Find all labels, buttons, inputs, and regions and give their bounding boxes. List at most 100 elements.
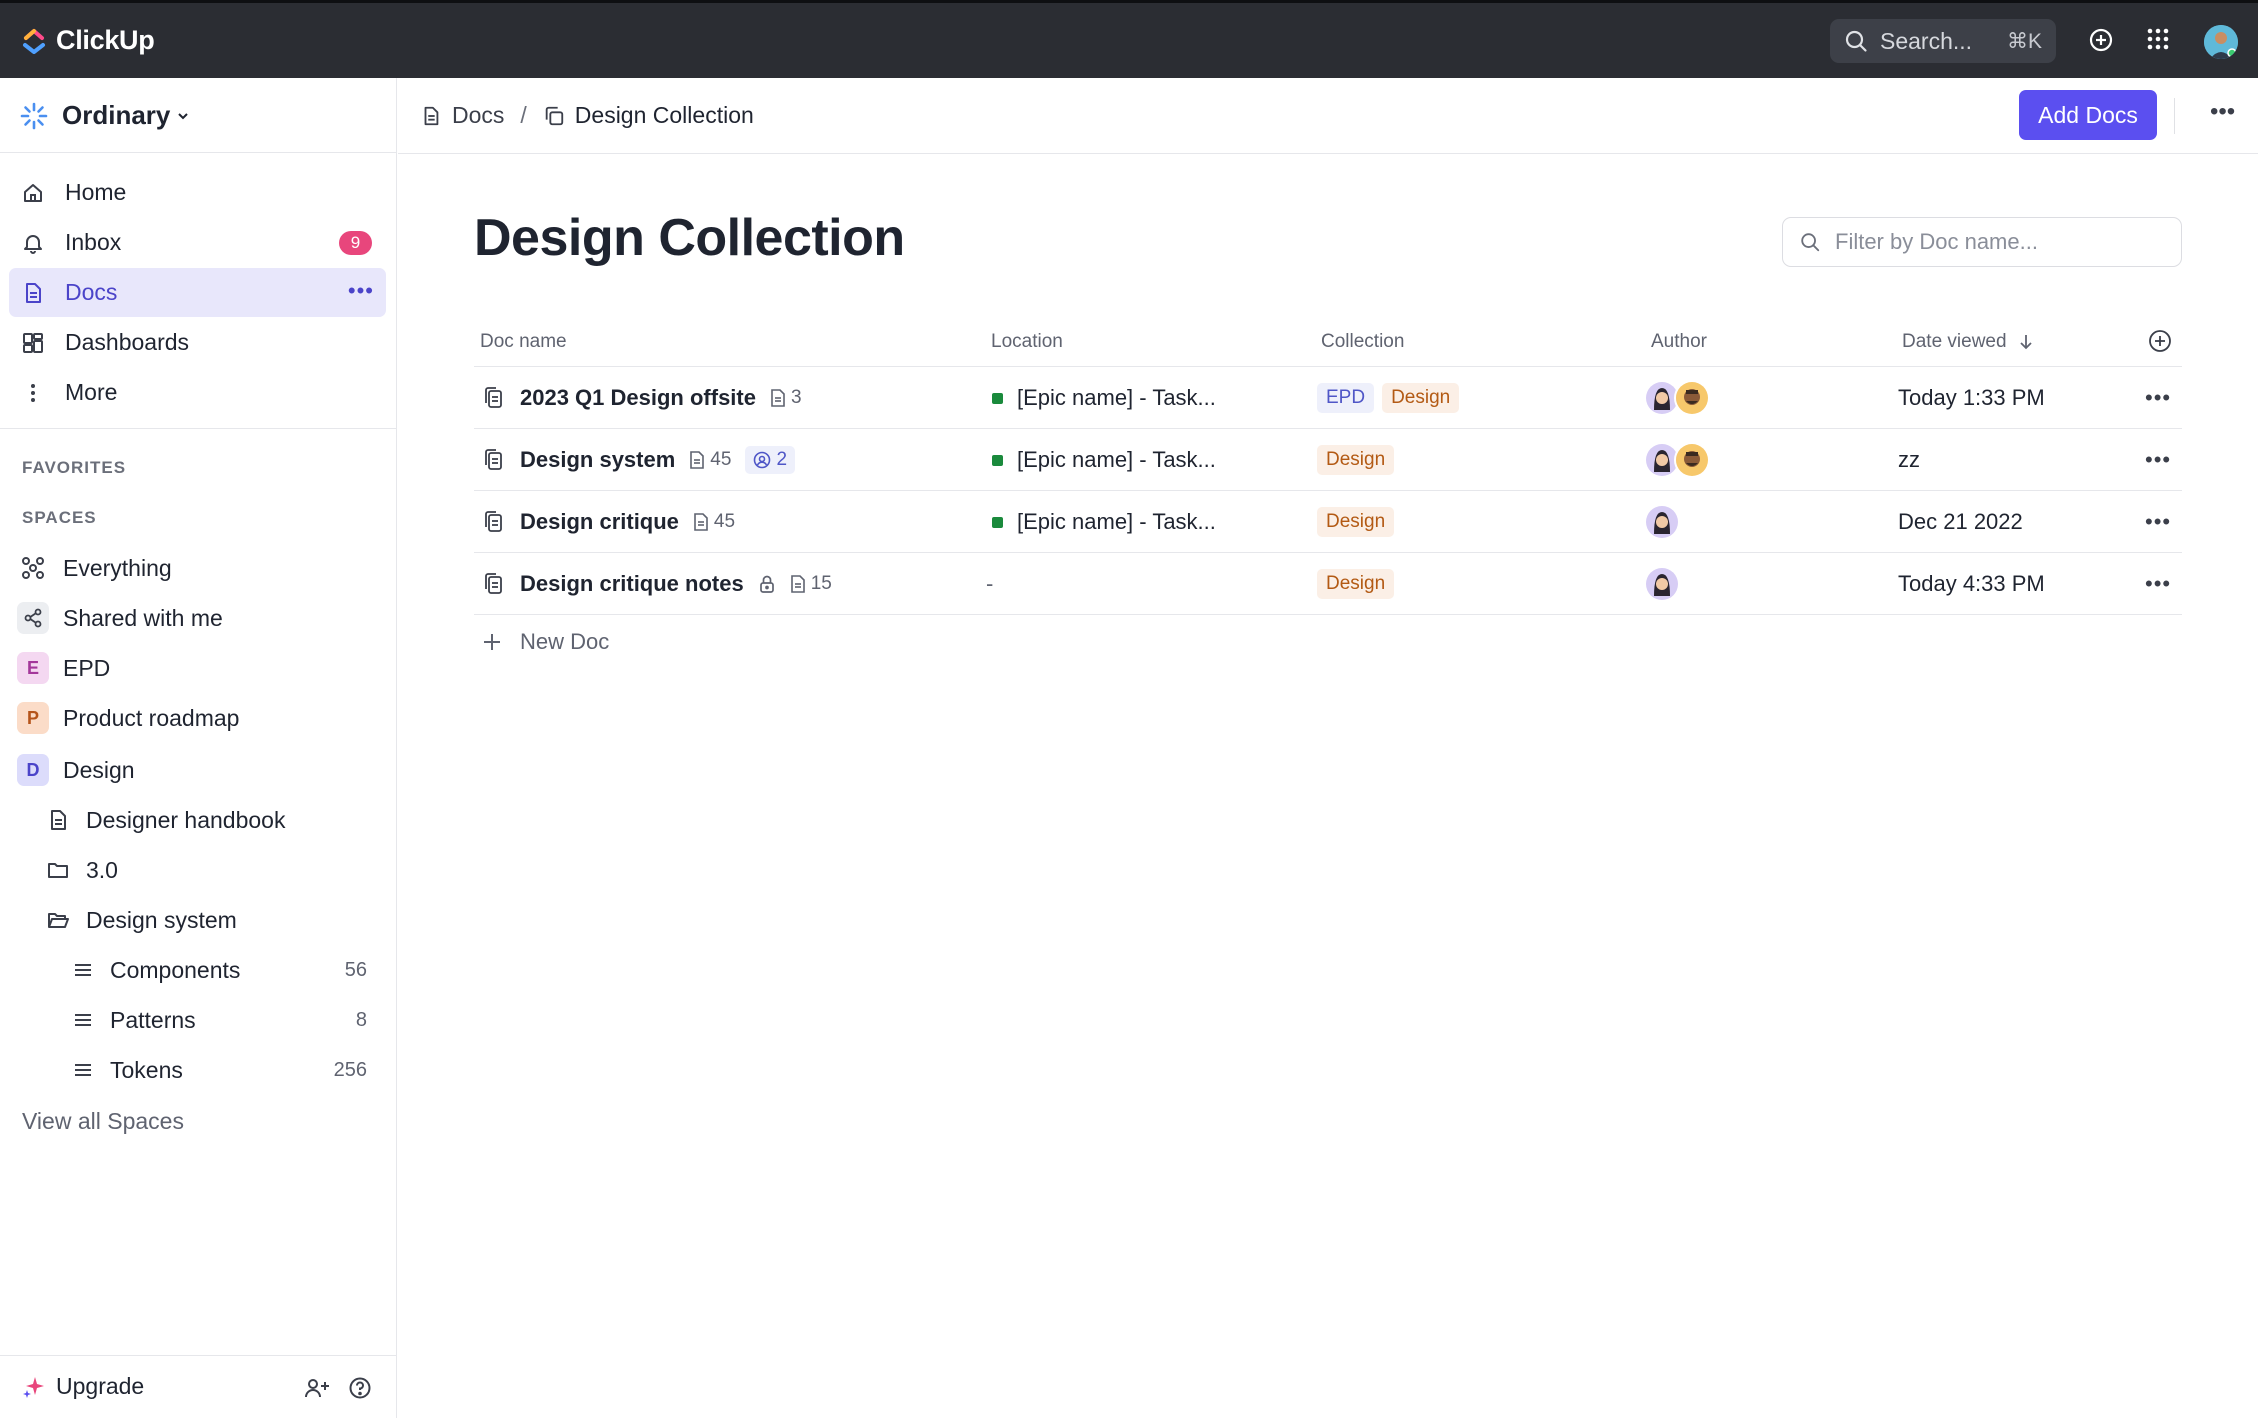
author-avatar[interactable] bbox=[1644, 566, 1680, 602]
collection-cell[interactable]: EPD Design bbox=[1317, 367, 1467, 429]
designer-handbook-item[interactable]: Designer handbook bbox=[46, 800, 285, 840]
author-cell[interactable] bbox=[1644, 553, 1680, 615]
item-label: Patterns bbox=[110, 1006, 196, 1033]
help-icon[interactable] bbox=[348, 1376, 372, 1400]
location-text: [Epic name] - Task... bbox=[1017, 509, 1216, 534]
column-header-collection[interactable]: Collection bbox=[1321, 331, 1404, 353]
collection-tag[interactable]: Design bbox=[1317, 445, 1395, 475]
page-icon bbox=[694, 513, 708, 531]
row-more-icon[interactable]: ••• bbox=[2145, 429, 2171, 491]
doc-name-cell[interactable]: Design critique notes 15 bbox=[482, 553, 832, 615]
page-title: Design Collection bbox=[474, 209, 905, 267]
docs-icon bbox=[485, 449, 502, 470]
collection-tag[interactable]: EPD bbox=[1317, 383, 1375, 413]
author-cell[interactable] bbox=[1644, 491, 1680, 553]
space-avatar: E bbox=[17, 652, 49, 684]
collection-cell[interactable]: Design bbox=[1317, 491, 1402, 553]
row-more-icon[interactable]: ••• bbox=[2145, 553, 2171, 615]
collection-tag[interactable]: Design bbox=[1317, 569, 1395, 599]
nav-dashboards[interactable]: Dashboards bbox=[9, 318, 386, 367]
collection-tag[interactable]: Design bbox=[1317, 507, 1395, 537]
item-label: Components bbox=[110, 956, 241, 983]
table-row[interactable]: 2023 Q1 Design offsite 3 [Epic name] - T… bbox=[474, 367, 2182, 429]
workspace-name: Ordinary bbox=[62, 100, 171, 130]
doc-name-cell[interactable]: 2023 Q1 Design offsite 3 bbox=[482, 367, 802, 429]
nav-inbox[interactable]: Inbox 9 bbox=[9, 218, 386, 267]
location-cell[interactable]: - bbox=[986, 553, 993, 615]
author-cell[interactable] bbox=[1644, 367, 1710, 429]
nav-more[interactable]: More bbox=[9, 368, 386, 417]
new-doc-label: New Doc bbox=[520, 629, 610, 654]
add-column-icon[interactable] bbox=[2148, 329, 2172, 353]
spaces-heading[interactable]: SPACES bbox=[22, 508, 97, 528]
page-header: Docs / Design Collection Add Docs ••• bbox=[398, 78, 2258, 154]
table-row[interactable]: Design system 45 2 [Epic name] - Task...… bbox=[474, 429, 2182, 491]
breadcrumb-docs[interactable]: Docs bbox=[452, 102, 504, 129]
doc-title: 2023 Q1 Design offsite bbox=[520, 385, 756, 410]
item-count: 256 bbox=[333, 1058, 367, 1081]
shared-count-badge[interactable]: 2 bbox=[745, 446, 796, 474]
author-avatar[interactable] bbox=[1674, 380, 1710, 416]
list-components[interactable]: Components 56 bbox=[72, 950, 397, 990]
invite-user-icon[interactable] bbox=[304, 1376, 330, 1400]
search-placeholder: Search... bbox=[1880, 27, 1973, 54]
app-logo[interactable]: ClickUp bbox=[22, 25, 155, 56]
workspace-switcher[interactable]: Ordinary bbox=[20, 100, 190, 131]
apps-grid-icon[interactable] bbox=[2146, 27, 2170, 51]
status-square bbox=[992, 454, 1003, 466]
doc-name-cell[interactable]: Design critique 45 bbox=[482, 491, 735, 553]
nav-home[interactable]: Home bbox=[9, 168, 386, 217]
nav-docs-label: Docs bbox=[65, 279, 118, 305]
location-cell[interactable]: [Epic name] - Task... bbox=[992, 429, 1216, 491]
location-cell[interactable]: [Epic name] - Task... bbox=[992, 491, 1216, 553]
column-label: Date viewed bbox=[1902, 331, 2007, 352]
space-label: Design bbox=[63, 756, 135, 783]
row-more-icon[interactable]: ••• bbox=[2145, 491, 2171, 553]
space-product-roadmap[interactable]: P Product roadmap bbox=[17, 698, 239, 738]
inbox-count-badge: 9 bbox=[339, 231, 372, 255]
share-icon bbox=[17, 602, 49, 634]
collection-cell[interactable]: Design bbox=[1317, 553, 1402, 615]
column-header-date-viewed[interactable]: Date viewed bbox=[1902, 331, 2035, 353]
author-avatar[interactable] bbox=[1644, 504, 1680, 540]
doc-title: Design critique bbox=[520, 509, 679, 534]
view-all-spaces-link[interactable]: View all Spaces bbox=[22, 1108, 184, 1135]
user-avatar[interactable] bbox=[2204, 25, 2238, 59]
table-row[interactable]: Design critique 45 [Epic name] - Task...… bbox=[474, 491, 2182, 553]
author-cell[interactable] bbox=[1644, 429, 1710, 491]
more-horizontal-icon[interactable]: ••• bbox=[348, 278, 374, 304]
add-circle-icon[interactable] bbox=[2088, 27, 2114, 53]
space-design[interactable]: D Design bbox=[17, 750, 135, 790]
filter-input[interactable] bbox=[1835, 229, 2155, 255]
user-circle-icon bbox=[754, 451, 771, 469]
filter-box[interactable] bbox=[1782, 217, 2182, 267]
nav-docs[interactable]: Docs ••• bbox=[9, 268, 386, 317]
folder-design-system[interactable]: Design system bbox=[46, 900, 237, 940]
column-header-location[interactable]: Location bbox=[991, 331, 1063, 353]
list-tokens[interactable]: Tokens 256 bbox=[72, 1050, 397, 1090]
new-doc-button[interactable]: New Doc bbox=[482, 629, 609, 655]
list-patterns[interactable]: Patterns 8 bbox=[72, 1000, 397, 1040]
collection-cell[interactable]: Design bbox=[1317, 429, 1402, 491]
nav-home-label: Home bbox=[65, 179, 127, 205]
more-horizontal-icon[interactable]: ••• bbox=[2210, 98, 2235, 126]
folder-3-0[interactable]: 3.0 bbox=[46, 850, 118, 890]
column-header-author[interactable]: Author bbox=[1651, 331, 1707, 353]
doc-name-cell[interactable]: Design system 45 2 bbox=[482, 429, 796, 491]
location-cell[interactable]: [Epic name] - Task... bbox=[992, 367, 1216, 429]
space-shared[interactable]: Shared with me bbox=[17, 598, 223, 638]
table-row[interactable]: Design critique notes 15 - Design Today … bbox=[474, 553, 2182, 615]
collection-icon bbox=[545, 106, 563, 125]
upgrade-button[interactable]: Upgrade bbox=[22, 1373, 144, 1400]
add-docs-button[interactable]: Add Docs bbox=[2019, 90, 2157, 140]
bell-icon bbox=[24, 234, 42, 254]
column-header-doc-name[interactable]: Doc name bbox=[480, 331, 567, 353]
global-search[interactable]: Search... ⌘K bbox=[1830, 19, 2056, 63]
row-more-icon[interactable]: ••• bbox=[2145, 367, 2171, 429]
favorites-heading[interactable]: FAVORITES bbox=[22, 458, 126, 478]
space-everything[interactable]: Everything bbox=[17, 548, 172, 588]
author-avatar[interactable] bbox=[1674, 442, 1710, 478]
collection-tag[interactable]: Design bbox=[1382, 383, 1460, 413]
space-epd[interactable]: E EPD bbox=[17, 648, 110, 688]
breadcrumb-current[interactable]: Design Collection bbox=[575, 102, 754, 129]
